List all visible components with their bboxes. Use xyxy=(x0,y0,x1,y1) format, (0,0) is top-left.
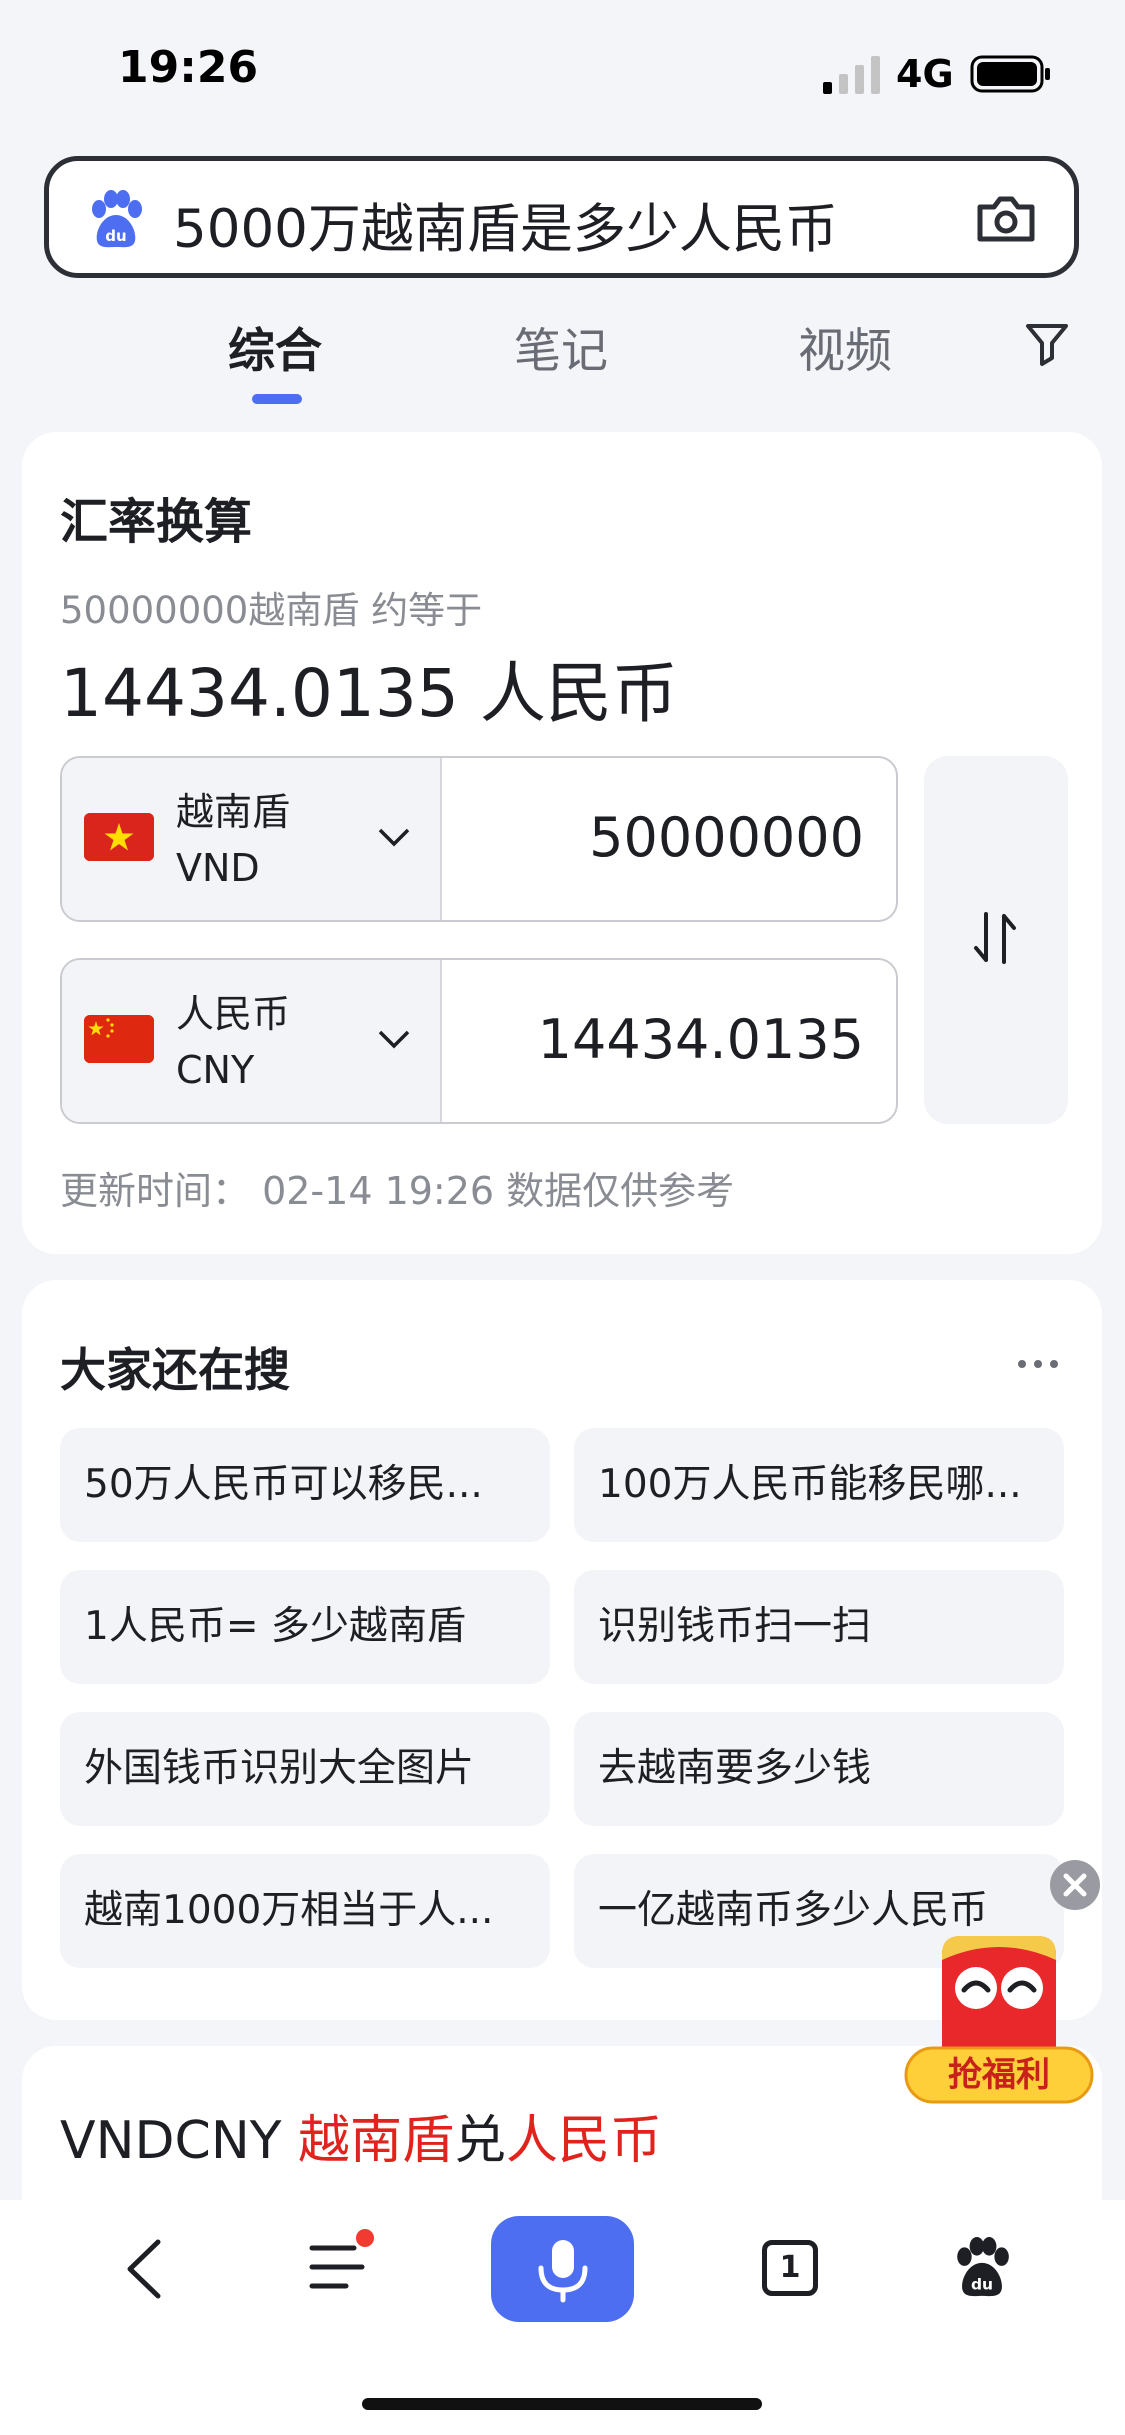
promo-close-button[interactable] xyxy=(1050,1860,1100,1910)
search-box[interactable]: du 5000万越南盾是多少人民币 xyxy=(44,156,1079,278)
from-amount-input[interactable]: 50000000 xyxy=(589,806,864,869)
to-amount-input[interactable]: 14434.0135 xyxy=(538,1008,864,1071)
chevron-down-icon[interactable] xyxy=(376,822,412,852)
menu-icon[interactable] xyxy=(308,2240,366,2294)
related-search-chip[interactable]: 去越南要多少钱 xyxy=(574,1712,1064,1826)
converter-equation: 50000000越南盾 约等于 xyxy=(60,589,483,632)
swap-currencies-button[interactable] xyxy=(924,756,1068,1124)
to-currency-code: CNY xyxy=(176,1048,255,1092)
converter-title: 汇率换算 xyxy=(60,494,253,550)
from-currency-code: VND xyxy=(176,846,260,890)
promo-widget[interactable]: 抢福利 xyxy=(904,1930,1094,2106)
back-icon[interactable] xyxy=(122,2236,166,2302)
search-query[interactable]: 5000万越南盾是多少人民币 xyxy=(173,187,838,263)
baidu-home-icon[interactable]: du xyxy=(950,2236,1014,2300)
pair-to-name: 人民币 xyxy=(506,2111,663,2171)
vietnam-flag-icon xyxy=(84,813,154,861)
microphone-icon xyxy=(538,2240,588,2303)
home-indicator xyxy=(362,2398,762,2410)
promo-label: 抢福利 xyxy=(948,2055,1050,2095)
pair-connector: 兑 xyxy=(454,2111,507,2171)
related-search-chip[interactable]: 越南1000万相当于人... xyxy=(60,1854,550,1968)
pair-code: VNDCNY xyxy=(60,2111,282,2171)
voice-search-button[interactable] xyxy=(491,2216,634,2322)
cellular-signal-icon xyxy=(823,56,880,94)
battery-icon xyxy=(970,55,1050,93)
converter-result: 14434.0135 人民币 xyxy=(60,655,678,732)
to-currency-row[interactable]: 人民币 CNY 14434.0135 xyxy=(60,958,898,1124)
pair-from-name: 越南盾 xyxy=(298,2111,455,2171)
tab-notes[interactable]: 笔记 xyxy=(514,312,608,381)
currency-pair-title[interactable]: VNDCNY 越南盾兑人民币 xyxy=(60,2098,662,2173)
related-search-chip[interactable]: 识别钱币扫一扫 xyxy=(574,1570,1064,1684)
to-currency-selector[interactable]: 人民币 CNY xyxy=(62,960,442,1122)
camera-icon[interactable] xyxy=(974,189,1038,249)
chevron-down-icon[interactable] xyxy=(376,1024,412,1054)
filter-icon[interactable] xyxy=(1022,318,1072,368)
close-icon xyxy=(1063,1873,1087,1897)
more-icon[interactable] xyxy=(1016,1352,1060,1376)
from-currency-name: 越南盾 xyxy=(176,790,291,834)
swap-arrows-icon xyxy=(974,912,1016,964)
notification-dot xyxy=(356,2229,374,2247)
related-search-chip[interactable]: 外国钱币识别大全图片 xyxy=(60,1712,550,1826)
related-search-chip[interactable]: 50万人民币可以移民... xyxy=(60,1428,550,1542)
tabs-count-button[interactable]: 1 xyxy=(762,2240,818,2296)
baidu-paw-icon: du xyxy=(92,190,142,248)
related-search-chip[interactable]: 100万人民币能移民哪... xyxy=(574,1428,1064,1542)
from-currency-row[interactable]: 越南盾 VND 50000000 xyxy=(60,756,898,922)
related-search-chip[interactable]: 1人民币= 多少越南盾 xyxy=(60,1570,550,1684)
related-searches-title: 大家还在搜 xyxy=(60,1343,290,1397)
tab-videos[interactable]: 视频 xyxy=(798,312,892,381)
update-time-text: 更新时间： 02-14 19:26 数据仅供参考 xyxy=(60,1169,735,1213)
to-currency-name: 人民币 xyxy=(176,992,291,1036)
network-type: 4G xyxy=(896,52,954,96)
tab-indicator xyxy=(252,394,302,404)
china-flag-icon xyxy=(84,1015,154,1063)
from-currency-selector[interactable]: 越南盾 VND xyxy=(62,758,442,920)
tab-comprehensive[interactable]: 综合 xyxy=(228,312,322,381)
svg-text:du: du xyxy=(105,227,126,245)
status-time: 19:26 xyxy=(118,42,259,93)
svg-text:du: du xyxy=(971,2276,993,2294)
